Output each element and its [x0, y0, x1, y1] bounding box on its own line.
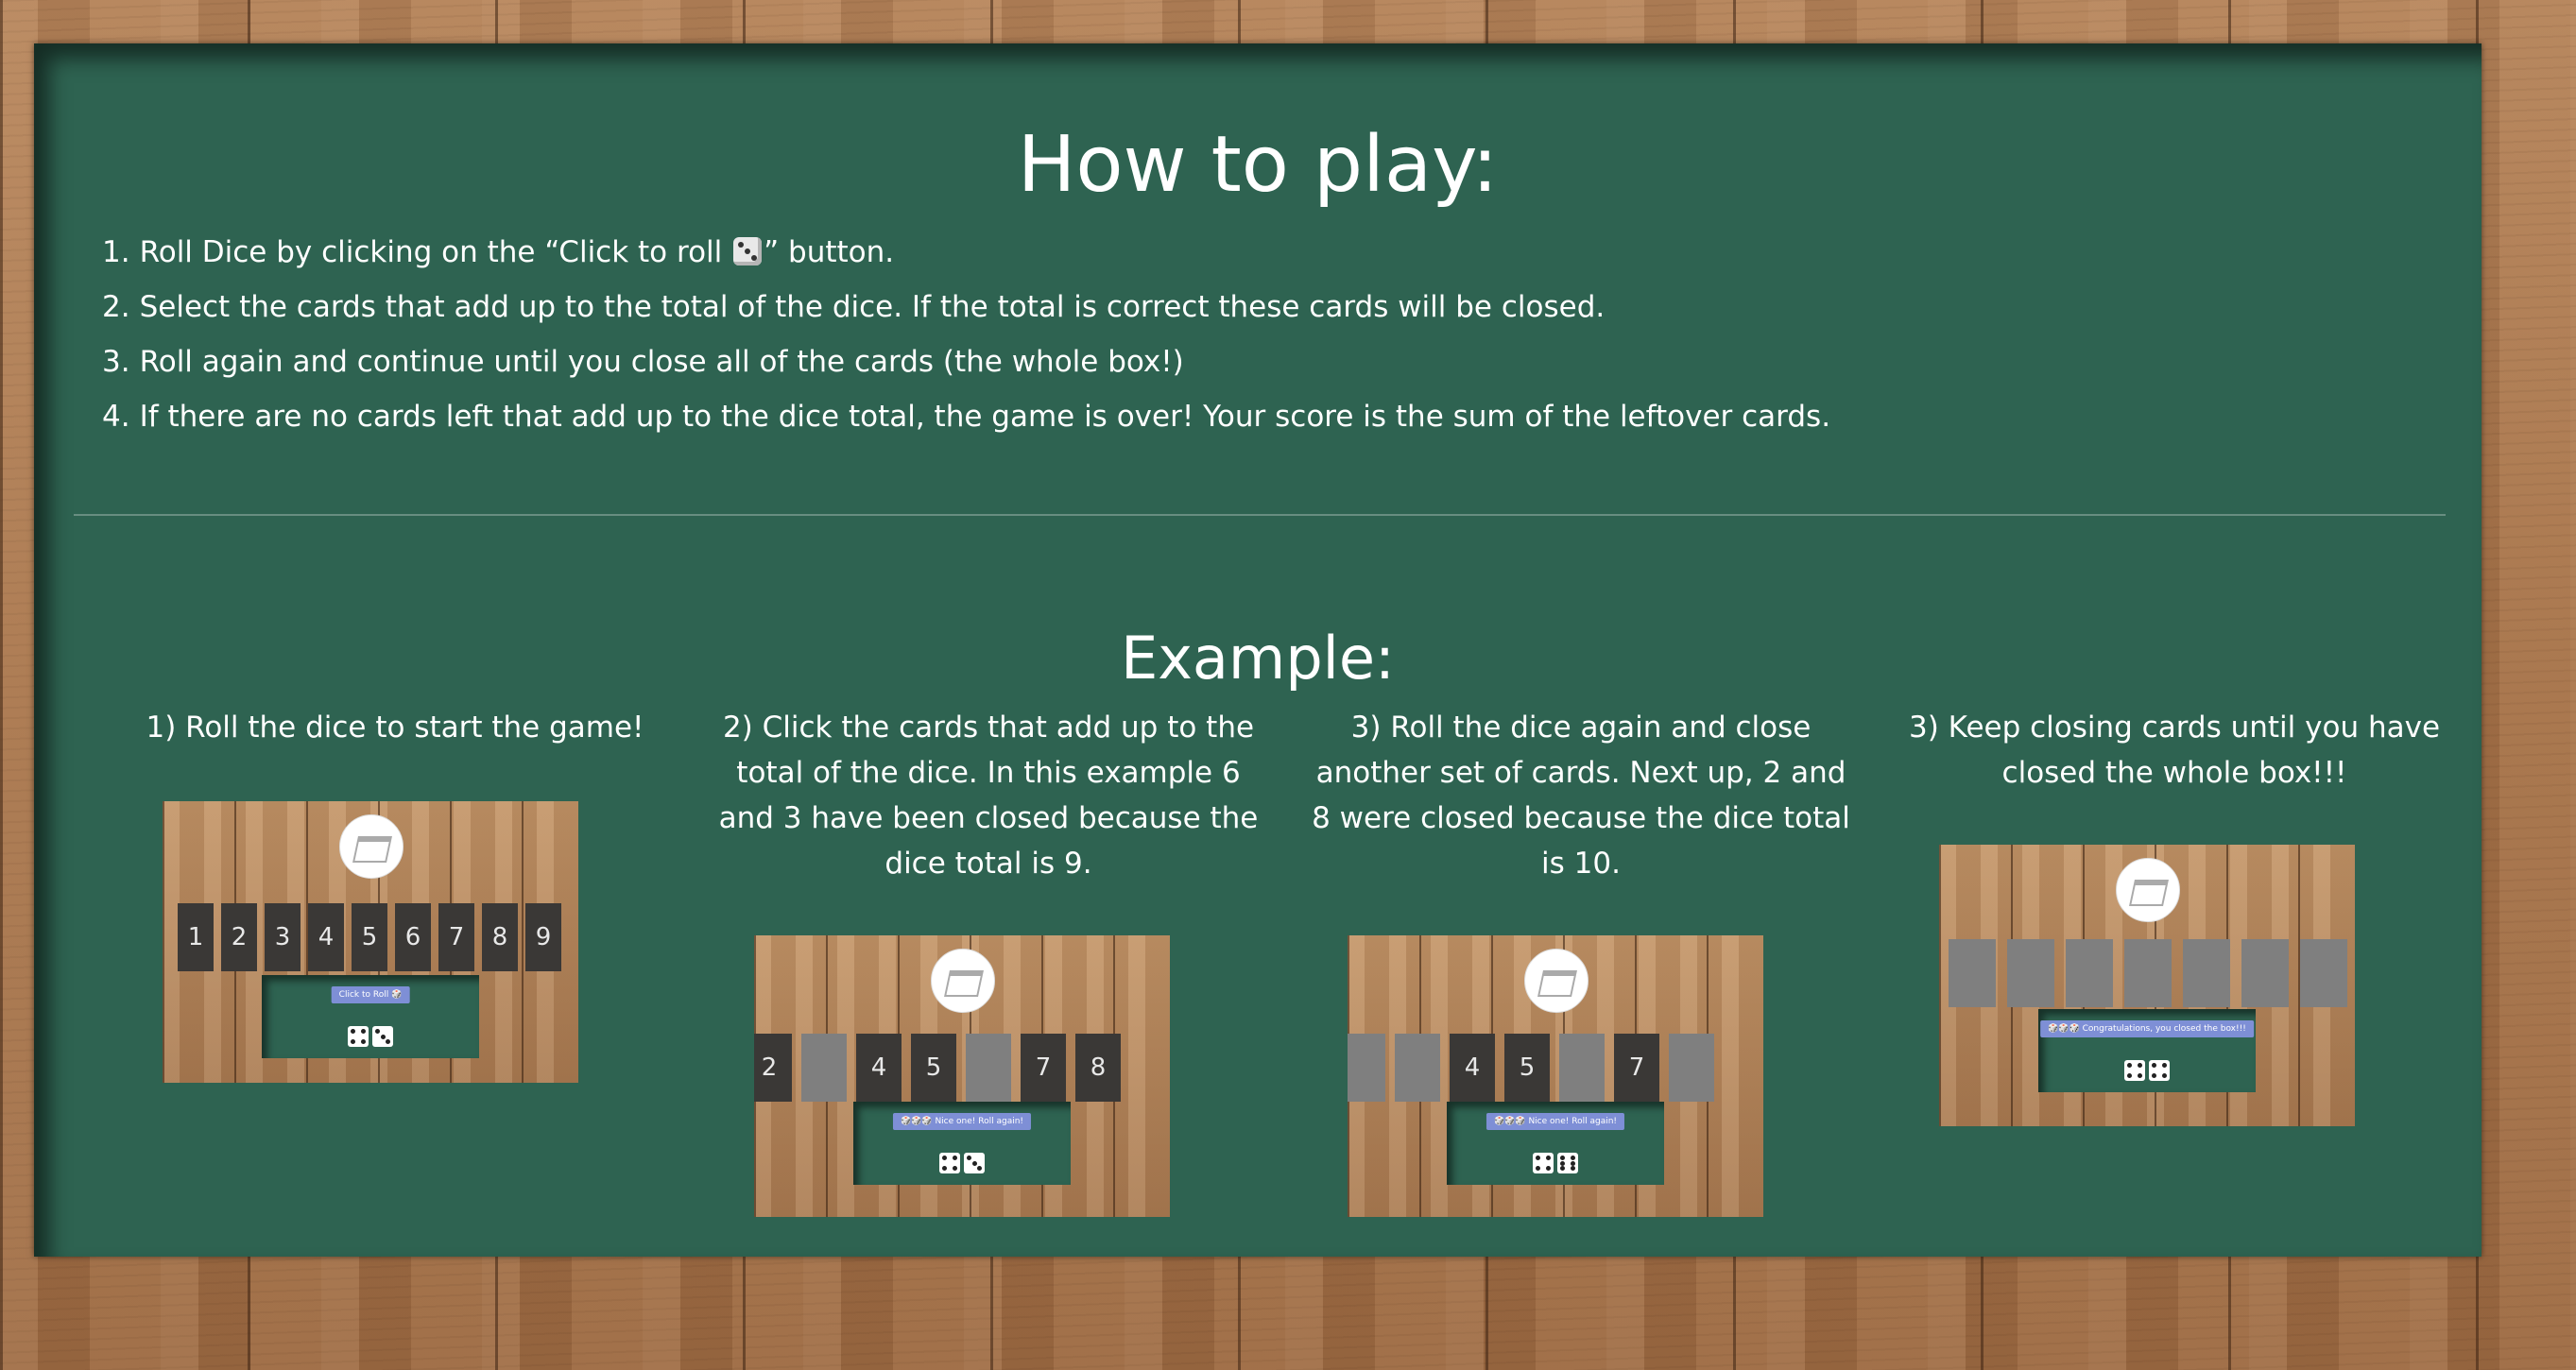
die-icon [1533, 1153, 1554, 1173]
number-card: 5 [352, 903, 387, 971]
number-card [2241, 939, 2289, 1007]
die-icon [372, 1026, 393, 1047]
roll-button: 🎲🎲🎲 Congratulations, you closed the box!… [2040, 1020, 2254, 1037]
example-screenshot-4: 🎲🎲🎲 Congratulations, you closed the box!… [1939, 845, 2355, 1126]
roll-button: 🎲🎲🎲 Nice one! Roll again! [892, 1113, 1032, 1130]
dice-tray: 🎲🎲🎲 Congratulations, you closed the box!… [2038, 1009, 2256, 1092]
dice-tray: Click to Roll 🎲 [262, 975, 479, 1058]
example-title: Example: [1121, 624, 1395, 693]
number-card: 8 [1075, 1034, 1121, 1102]
number-card: 4 [1450, 1034, 1495, 1102]
die-icon [964, 1153, 985, 1173]
example-caption: 3) Keep closing cards until you have clo… [1908, 711, 2441, 790]
number-card: 1 [178, 903, 214, 971]
example-caption: 2) Click the cards that add up to the to… [718, 711, 1259, 881]
die-icon [733, 237, 763, 265]
instructions-list: 1. Roll Dice by clicking on the “Click to… [102, 225, 1830, 444]
example-screenshot-3: 4 5 7 🎲🎲🎲 Nice one! Roll again! [1348, 935, 1763, 1217]
number-card: 7 [1021, 1034, 1066, 1102]
example-step-2: 2) Click the cards that add up to the to… [714, 705, 1262, 886]
example-step-3: 3) Roll the dice again and close another… [1307, 705, 1855, 886]
number-card [1348, 1034, 1385, 1102]
roll-button: 🎲🎲🎲 Nice one! Roll again! [1485, 1113, 1625, 1130]
how-to-play-panel: How to play: 1. Roll Dice by clicking on … [34, 43, 2482, 1257]
example-step-4: 3) Keep closing cards until you have clo… [1900, 705, 2448, 796]
number-card: 7 [1614, 1034, 1659, 1102]
section-divider [74, 514, 2446, 516]
number-card [1559, 1034, 1605, 1102]
example-caption: 1) Roll the dice to start the game! [146, 711, 644, 745]
number-card: 6 [395, 903, 431, 971]
dice-pair [939, 1153, 985, 1173]
die-icon [2124, 1060, 2145, 1081]
game-logo-icon [2116, 858, 2180, 922]
instruction-step: 3. Roll again and continue until you clos… [102, 345, 1184, 379]
die-icon [1557, 1153, 1578, 1173]
example-screenshot-2: 2 4 5 7 8 🎲🎲🎲 Nice one! Roll again! [754, 935, 1170, 1217]
number-card [1395, 1034, 1440, 1102]
dice-pair [2124, 1060, 2170, 1081]
how-to-play-title: How to play: [1017, 120, 1499, 210]
dice-tray: 🎲🎲🎲 Nice one! Roll again! [853, 1102, 1071, 1185]
number-card: 7 [438, 903, 474, 971]
dice-pair [1533, 1153, 1578, 1173]
example-screenshot-1: 1 2 3 4 5 6 7 8 9 Click to Roll 🎲 [163, 801, 578, 1083]
number-card [2183, 939, 2230, 1007]
number-card: 2 [754, 1034, 792, 1102]
number-card: 9 [525, 903, 561, 971]
die-icon [2149, 1060, 2170, 1081]
number-card [2300, 939, 2347, 1007]
number-card: 4 [308, 903, 344, 971]
number-card [1669, 1034, 1714, 1102]
roll-button: Click to Roll 🎲 [331, 986, 410, 1003]
number-card: 5 [911, 1034, 956, 1102]
instruction-step: 4. If there are no cards left that add up… [102, 400, 1831, 434]
number-card [801, 1034, 847, 1102]
number-card [966, 1034, 1011, 1102]
number-card [1949, 939, 1996, 1007]
number-card: 2 [221, 903, 257, 971]
number-card: 8 [482, 903, 518, 971]
game-logo-icon [339, 814, 404, 879]
example-caption: 3) Roll the dice again and close another… [1312, 711, 1850, 881]
number-card: 3 [265, 903, 301, 971]
dice-pair [348, 1026, 393, 1047]
number-card: 5 [1504, 1034, 1550, 1102]
game-logo-icon [1524, 949, 1589, 1013]
die-icon [939, 1153, 960, 1173]
die-icon [348, 1026, 369, 1047]
game-logo-icon [931, 949, 995, 1013]
number-card: 4 [856, 1034, 902, 1102]
instruction-step: 1. Roll Dice by clicking on the “Click to… [102, 235, 895, 269]
instruction-step: 2. Select the cards that add up to the to… [102, 290, 1606, 324]
number-card [2124, 939, 2172, 1007]
number-card [2007, 939, 2054, 1007]
example-step-1: 1) Roll the dice to start the game! [121, 705, 669, 750]
dice-tray: 🎲🎲🎲 Nice one! Roll again! [1447, 1102, 1664, 1185]
number-card [2066, 939, 2113, 1007]
